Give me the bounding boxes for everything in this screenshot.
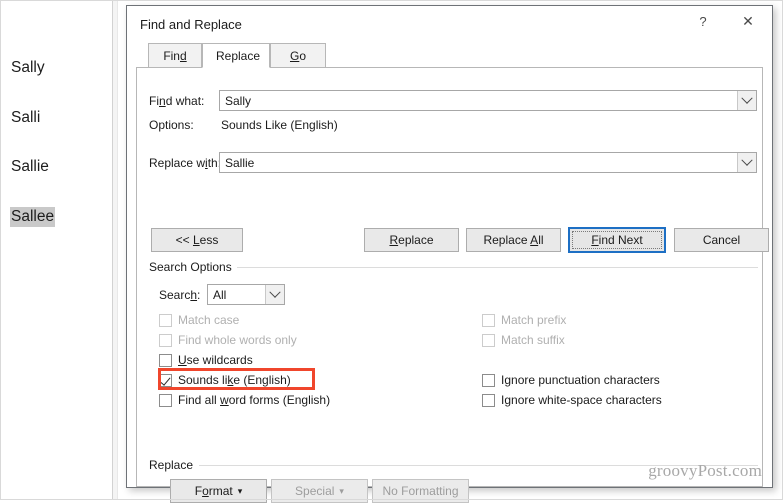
checkbox-use-wildcards-label: Use wildcards	[178, 353, 253, 367]
document-text-column: Sally Salli Sallie Sallee	[10, 58, 110, 256]
dialog-title: Find and Replace	[140, 17, 242, 32]
checkbox-find-whole-words-only: Find whole words only	[159, 331, 297, 349]
search-scope-dropdown-icon[interactable]	[265, 285, 284, 304]
find-what-input[interactable]: Sally	[219, 90, 757, 111]
checkbox-ignore-white-space-box[interactable]	[482, 393, 495, 407]
checkbox-match-case-label: Match case	[178, 313, 240, 327]
tab-find[interactable]: Find	[148, 43, 202, 68]
checkbox-find-all-word-forms-box[interactable]	[159, 393, 172, 407]
cancel-button[interactable]: Cancel	[674, 228, 769, 252]
find-what-label: Find what:	[149, 94, 205, 108]
checkbox-sounds-like[interactable]: Sounds like (English)	[159, 371, 291, 389]
document-edge-line-secondary	[117, 0, 118, 500]
document-line: Sallie	[11, 158, 49, 175]
checkbox-use-wildcards[interactable]: Use wildcards	[159, 351, 253, 369]
watermark: groovyPost.com	[648, 461, 762, 480]
dialog-titlebar: Find and Replace ? ✕	[127, 6, 772, 43]
replace-button[interactable]: Replace	[364, 228, 459, 252]
format-button[interactable]: Format ▾	[170, 479, 267, 503]
replace-all-button-label: Replace All	[483, 233, 544, 247]
replace-with-dropdown-icon[interactable]	[737, 153, 756, 172]
replace-all-button[interactable]: Replace All	[466, 228, 561, 252]
replace-group-label: Replace	[149, 458, 199, 472]
document-edge-line	[112, 0, 113, 500]
chevron-down-icon: ▾	[339, 485, 344, 496]
tab-goto[interactable]: Go To	[270, 43, 326, 87]
special-button-label: Special	[295, 484, 335, 498]
chevron-down-icon: ▾	[237, 485, 243, 496]
dialog-tabstrip: Find Replace Go To	[136, 43, 763, 87]
less-button-label: << Less	[175, 233, 219, 247]
replace-with-value: Sallie	[225, 156, 255, 170]
replace-button-label: Replace	[389, 233, 434, 247]
checkbox-match-case-box	[159, 313, 172, 327]
checkbox-ignore-white-space[interactable]: Ignore white-space characters	[482, 391, 662, 409]
checkbox-ignore-punctuation[interactable]: Ignore punctuation characters	[482, 371, 660, 389]
checkbox-use-wildcards-box[interactable]	[159, 353, 172, 367]
checkbox-sounds-like-label: Sounds like (English)	[178, 373, 291, 387]
less-button[interactable]: << Less	[151, 228, 243, 252]
find-what-value: Sally	[225, 94, 252, 108]
checkbox-match-suffix-box	[482, 333, 495, 347]
checkbox-ignore-punctuation-label: Ignore punctuation characters	[501, 373, 660, 387]
checkbox-match-suffix: Match suffix	[482, 331, 565, 349]
options-label: Options:	[149, 118, 194, 132]
tab-replace-label: Replace	[216, 49, 261, 63]
search-scope-select[interactable]: All	[207, 284, 285, 305]
replace-with-input[interactable]: Sallie	[219, 152, 757, 173]
close-icon[interactable]: ✕	[726, 6, 770, 36]
find-what-dropdown-icon[interactable]	[737, 91, 756, 110]
options-value: Sounds Like (English)	[221, 118, 338, 132]
checkbox-match-prefix-box	[482, 313, 495, 327]
checkbox-match-prefix: Match prefix	[482, 311, 566, 329]
cancel-button-label: Cancel	[702, 233, 741, 247]
no-formatting-button-label: No Formatting	[382, 484, 459, 498]
tab-replace[interactable]: Replace	[202, 43, 270, 68]
checkbox-find-whole-words-only-label: Find whole words only	[178, 333, 297, 347]
checkbox-ignore-white-space-label: Ignore white-space characters	[501, 393, 662, 407]
checkbox-match-case: Match case	[159, 311, 239, 329]
checkbox-ignore-punctuation-box[interactable]	[482, 373, 495, 387]
no-formatting-button[interactable]: No Formatting	[372, 479, 469, 503]
document-line: Salli	[11, 108, 41, 126]
document-line: Sally	[11, 59, 45, 76]
check-icon	[159, 373, 171, 386]
document-line-selected: Sallee	[10, 206, 56, 227]
checkbox-find-all-word-forms-label: Find all word forms (English)	[178, 393, 331, 407]
checkbox-match-prefix-label: Match prefix	[501, 313, 567, 327]
checkbox-match-suffix-label: Match suffix	[501, 333, 565, 347]
find-next-button[interactable]: Find Next	[568, 227, 666, 253]
dialog-body: Find what: Sally Options: Sounds Like (E…	[136, 68, 769, 503]
checkbox-find-whole-words-only-box	[159, 333, 172, 347]
special-button[interactable]: Special ▾	[271, 479, 368, 503]
help-icon[interactable]: ?	[681, 6, 725, 36]
search-scope-value: All	[213, 288, 227, 302]
checkbox-sounds-like-box[interactable]	[159, 373, 172, 387]
checkbox-find-all-word-forms[interactable]: Find all word forms (English)	[159, 391, 330, 409]
replace-with-label: Replace with:	[149, 156, 222, 170]
search-options-group-label: Search Options	[149, 260, 237, 274]
search-options-group-divider	[231, 267, 758, 268]
search-scope-label: Search:	[159, 288, 201, 302]
find-and-replace-dialog: Find and Replace ? ✕ Find Replace Go To …	[126, 5, 773, 503]
tab-find-label: Find	[163, 49, 187, 63]
format-button-label: Format	[194, 484, 233, 498]
